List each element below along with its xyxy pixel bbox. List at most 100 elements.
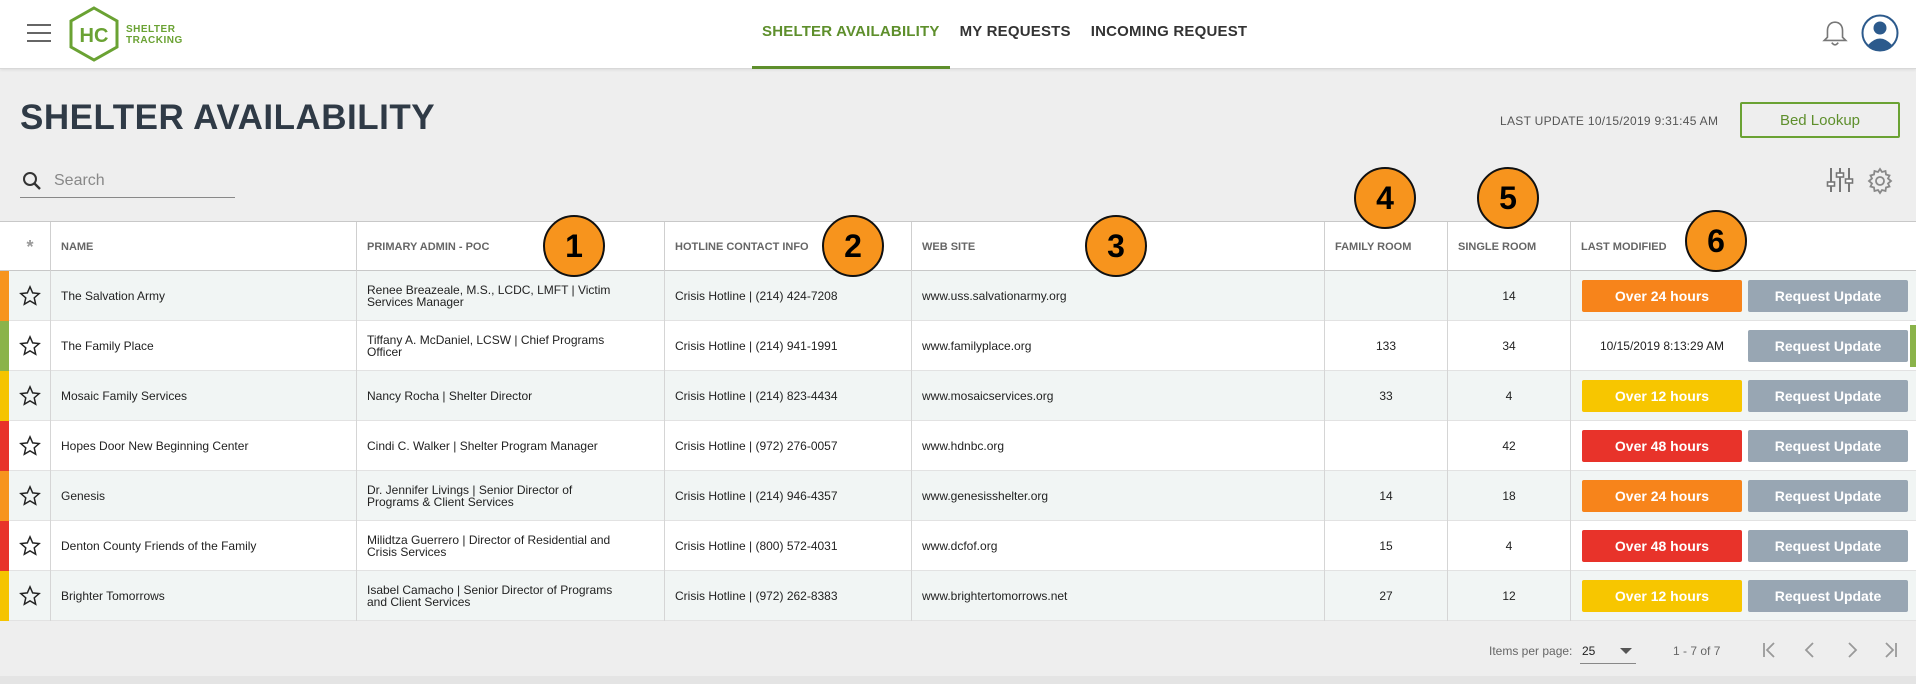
previous-page-icon[interactable]: [1796, 636, 1824, 664]
cell-website-text[interactable]: www.familyplace.org: [922, 340, 1031, 352]
cell-website[interactable]: www.brightertomorrows.net: [911, 571, 1324, 621]
cell-single-room-text: 34: [1502, 339, 1516, 353]
request-update-button[interactable]: Request Update: [1748, 530, 1908, 562]
cell-website-text[interactable]: www.dcfof.org: [922, 540, 997, 552]
search-input[interactable]: [54, 168, 232, 194]
request-update-button[interactable]: Request Update: [1748, 580, 1908, 612]
last-modified-badge: Over 48 hours: [1582, 530, 1742, 562]
table-row[interactable]: Denton County Friends of the Family Milid…: [0, 521, 1916, 571]
request-update-button[interactable]: Request Update: [1748, 330, 1908, 362]
cell-website-text[interactable]: www.uss.salvationarmy.org: [922, 290, 1067, 302]
notification-bell-icon[interactable]: [1822, 20, 1848, 48]
cell-hotline-text: Crisis Hotline | (214) 941-1991: [675, 339, 838, 353]
column-filter-sliders-icon[interactable]: [1826, 166, 1854, 194]
nav-my-requests[interactable]: MY REQUESTS: [950, 0, 1081, 69]
cell-website-text[interactable]: www.mosaicservices.org: [922, 390, 1053, 402]
cell-hotline: Crisis Hotline | (214) 823-4434: [664, 371, 911, 421]
cell-primary-admin-poc-text: Milidtza Guerrero | Director of Resident…: [367, 533, 611, 559]
cell-primary-admin-poc: Renee Breazeale, M.S., LCDC, LMFT | Vict…: [356, 271, 664, 321]
header-name[interactable]: NAME: [50, 222, 356, 271]
last-page-icon[interactable]: [1876, 636, 1904, 664]
cell-website[interactable]: www.familyplace.org: [911, 321, 1324, 371]
cell-website-text[interactable]: www.brightertomorrows.net: [922, 590, 1067, 602]
cell-name-text: Mosaic Family Services: [61, 389, 188, 403]
nav-shelter-availability[interactable]: SHELTER AVAILABILITY: [752, 0, 950, 69]
cell-website-text[interactable]: www.hdnbc.org: [922, 440, 1004, 452]
table-row[interactable]: The Family Place Tiffany A. McDaniel, LCS…: [0, 321, 1916, 371]
cell-family-room: 33: [1324, 371, 1447, 421]
header-primary-admin-poc[interactable]: PRIMARY ADMIN - POC: [356, 222, 664, 271]
settings-gear-icon[interactable]: [1866, 167, 1894, 195]
callout-6: 6: [1685, 210, 1747, 272]
cell-single-room-text: 14: [1502, 289, 1516, 303]
cell-website[interactable]: www.hdnbc.org: [911, 421, 1324, 471]
callout-3: 3: [1085, 215, 1147, 277]
table-row[interactable]: Hopes Door New Beginning Center Cindi C. …: [0, 421, 1916, 471]
table-row[interactable]: The Salvation Army Renee Breazeale, M.S.,…: [0, 271, 1916, 321]
status-indicator: [0, 271, 9, 321]
bed-lookup-button[interactable]: Bed Lookup: [1740, 102, 1900, 138]
cell-website[interactable]: www.mosaicservices.org: [911, 371, 1324, 421]
cell-website[interactable]: www.uss.salvationarmy.org: [911, 271, 1324, 321]
cell-single-room: 12: [1447, 571, 1570, 621]
hamburger-menu-icon[interactable]: [27, 24, 51, 44]
cell-hotline: Crisis Hotline | (972) 262-8383: [664, 571, 911, 621]
cell-single-room-text: 42: [1502, 439, 1516, 453]
top-bar: HC SHELTER TRACKING SHELTER AVAILABILITY…: [0, 0, 1916, 69]
cell-primary-admin-poc: Nancy Rocha | Shelter Director: [356, 371, 664, 421]
cell-website-text[interactable]: www.genesisshelter.org: [922, 490, 1048, 502]
cell-primary-admin-poc: Dr. Jennifer Livings | Senior Director o…: [356, 471, 664, 521]
request-update-button[interactable]: Request Update: [1748, 380, 1908, 412]
cell-website[interactable]: www.dcfof.org: [911, 521, 1324, 571]
cell-primary-admin-poc-text: Isabel Camacho | Senior Director of Prog…: [367, 583, 613, 609]
favorite-star-icon[interactable]: [10, 421, 50, 471]
items-per-page-select[interactable]: 25: [1580, 636, 1636, 664]
favorite-star-icon[interactable]: [10, 271, 50, 321]
next-page-icon[interactable]: [1838, 636, 1866, 664]
page-range: 1 - 7 of 7: [1673, 644, 1721, 658]
cell-name-text: The Family Place: [61, 339, 154, 353]
favorite-star-icon[interactable]: [10, 371, 50, 421]
favorite-star-icon[interactable]: [10, 471, 50, 521]
table-body: The Salvation Army Renee Breazeale, M.S.,…: [0, 271, 1916, 621]
callout-5: 5: [1477, 167, 1539, 229]
nav-incoming-request[interactable]: INCOMING REQUEST: [1081, 0, 1258, 69]
callout-4: 4: [1354, 167, 1416, 229]
cell-primary-admin-poc-text: Dr. Jennifer Livings | Senior Director o…: [367, 483, 573, 509]
cell-hotline: Crisis Hotline | (214) 424-7208: [664, 271, 911, 321]
logo-line2: TRACKING: [126, 35, 183, 46]
header-single-room[interactable]: SINGLE ROOM: [1447, 222, 1570, 271]
cell-single-room-text: 4: [1505, 389, 1513, 403]
cell-name: Hopes Door New Beginning Center: [50, 421, 356, 471]
request-update-button[interactable]: Request Update: [1748, 280, 1908, 312]
request-update-button[interactable]: Request Update: [1748, 480, 1908, 512]
row-edge-indicator: [1910, 325, 1916, 367]
cell-primary-admin-poc: Cindi C. Walker | Shelter Program Manage…: [356, 421, 664, 471]
cell-website[interactable]: www.genesisshelter.org: [911, 471, 1324, 521]
request-update-button[interactable]: Request Update: [1748, 430, 1908, 462]
cell-family-room: 14: [1324, 471, 1447, 521]
cell-single-room: 4: [1447, 371, 1570, 421]
user-avatar-icon[interactable]: [1861, 14, 1899, 52]
cell-name: The Salvation Army: [50, 271, 356, 321]
table-row[interactable]: Mosaic Family Services Nancy Rocha | Shel…: [0, 371, 1916, 421]
last-modified-badge: Over 12 hours: [1582, 580, 1742, 612]
cell-single-room-text: 12: [1502, 589, 1516, 603]
favorite-star-icon[interactable]: [10, 571, 50, 621]
table-row[interactable]: Brighter Tomorrows Isabel Camacho | Senio…: [0, 571, 1916, 621]
favorite-star-icon[interactable]: [10, 521, 50, 571]
table-row[interactable]: Genesis Dr. Jennifer Livings | Senior Dir…: [0, 471, 1916, 521]
cell-single-room: 34: [1447, 321, 1570, 371]
status-indicator: [0, 321, 9, 371]
cell-single-room-text: 4: [1505, 539, 1513, 553]
cell-name: Brighter Tomorrows: [50, 571, 356, 621]
cell-family-room: 133: [1324, 321, 1447, 371]
header-family-room[interactable]: FAMILY ROOM: [1324, 222, 1447, 271]
favorite-star-icon[interactable]: [10, 321, 50, 371]
cell-family-room: [1324, 271, 1447, 321]
cell-family-room: 27: [1324, 571, 1447, 621]
first-page-icon[interactable]: [1756, 636, 1784, 664]
logo-line1: SHELTER: [126, 24, 176, 35]
cell-primary-admin-poc-text: Nancy Rocha | Shelter Director: [367, 389, 533, 403]
status-indicator: [0, 521, 9, 571]
